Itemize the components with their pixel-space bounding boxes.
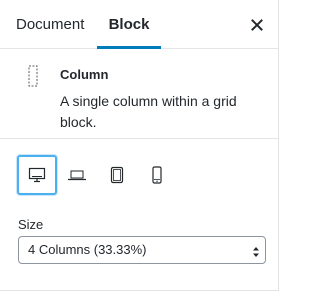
column-icon (28, 65, 38, 87)
mobile-button[interactable] (137, 155, 177, 195)
mobile-icon (152, 166, 162, 184)
tab-document[interactable]: Document (16, 0, 84, 48)
block-card: Column A single column within a grid blo… (0, 49, 279, 139)
size-label: Size (18, 217, 44, 232)
block-title: Column (60, 67, 109, 82)
laptop-icon (68, 170, 86, 181)
close-icon (251, 19, 263, 31)
close-button[interactable] (244, 12, 270, 38)
block-description: A single column within a grid block. (60, 93, 237, 130)
block-settings-sidebar: Document Block Column A single column wi… (0, 0, 279, 291)
desktop-button[interactable] (17, 155, 57, 195)
size-select-value: 4 Columns (33.33%) (28, 242, 147, 257)
sidebar-tabs: Document Block (0, 0, 279, 49)
tablet-button[interactable] (97, 155, 137, 195)
select-arrows-icon (252, 245, 260, 263)
desktop-icon (28, 167, 46, 183)
tab-block[interactable]: Block (97, 0, 161, 49)
device-toggle-group (0, 139, 279, 207)
laptop-button[interactable] (57, 155, 97, 195)
size-select[interactable]: 4 Columns (33.33%) (18, 236, 266, 264)
tablet-icon (110, 166, 124, 184)
